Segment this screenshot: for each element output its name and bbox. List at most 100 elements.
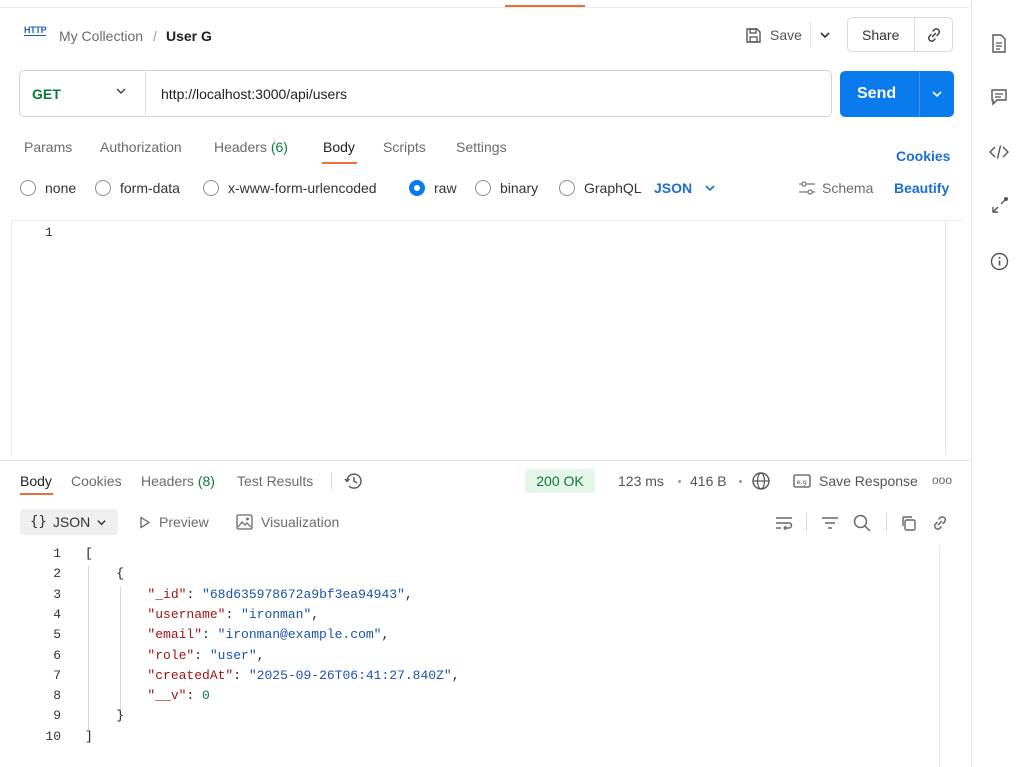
play-icon xyxy=(140,515,151,529)
search-icon xyxy=(853,514,871,532)
history-icon[interactable] xyxy=(344,472,364,490)
schema-button[interactable]: Schema xyxy=(798,180,873,196)
line-number: 8 xyxy=(53,688,61,704)
breadcrumb-collection[interactable]: My Collection xyxy=(59,28,143,44)
wrap-icon xyxy=(776,517,793,530)
url-bar: GET http://localhost:3000/api/users xyxy=(19,70,832,117)
preview-label: Preview xyxy=(159,514,209,530)
code-line: 8 "__v": 0 xyxy=(0,686,940,706)
save-response-button[interactable]: e.g Save Response xyxy=(793,473,918,489)
schema-label: Schema xyxy=(822,180,874,196)
link-button[interactable] xyxy=(929,512,951,534)
code-icon[interactable] xyxy=(989,142,1009,162)
separator-dot xyxy=(678,480,681,483)
body-format-select[interactable]: JSON xyxy=(654,180,716,196)
separator-dot xyxy=(739,480,742,483)
radio-label: none xyxy=(45,180,77,196)
save-button[interactable]: Save xyxy=(738,22,810,48)
toolbar-divider xyxy=(886,513,887,531)
chevron-down-icon[interactable] xyxy=(114,84,128,98)
compress-icon[interactable] xyxy=(989,196,1009,216)
http-icon: HTTP xyxy=(24,25,47,36)
json-key: "_id" xyxy=(147,586,187,602)
editor-scrollbar[interactable] xyxy=(945,221,946,455)
response-tab-cookies[interactable]: Cookies xyxy=(71,473,122,489)
wrap-lines-button[interactable] xyxy=(773,512,795,534)
tab-headers-label: Headers xyxy=(214,139,267,155)
visualization-button[interactable]: Visualization xyxy=(236,514,339,530)
chevron-down-icon xyxy=(705,185,715,192)
response-format-select[interactable]: {} JSON xyxy=(20,509,118,535)
json-punctuation: , xyxy=(404,586,413,602)
info-icon[interactable] xyxy=(989,251,1009,271)
radio-none[interactable]: none xyxy=(20,180,76,196)
json-punctuation: : xyxy=(233,667,249,683)
radio-circle xyxy=(20,180,36,196)
document-icon[interactable] xyxy=(989,33,1009,53)
radio-raw[interactable]: raw xyxy=(409,180,457,196)
radio-circle xyxy=(475,180,491,196)
response-tab-headers[interactable]: Headers (8) xyxy=(141,473,215,489)
radio-x-www-form-urlencoded[interactable]: x-www-form-urlencoded xyxy=(203,180,377,196)
request-name[interactable]: User G xyxy=(166,28,212,44)
more-options-icon[interactable]: ooo xyxy=(932,473,952,487)
link-icon xyxy=(927,27,941,42)
code-line: 9 } xyxy=(0,706,940,726)
response-tab-body[interactable]: Body xyxy=(20,473,52,489)
code-text: [ xyxy=(85,544,93,564)
cookies-link[interactable]: Cookies xyxy=(896,148,950,164)
pane-divider[interactable] xyxy=(0,460,970,461)
json-punctuation: } xyxy=(85,708,125,724)
json-key: "__v" xyxy=(147,688,187,704)
code-text: "username": "ironman", xyxy=(85,605,319,625)
json-string: "68d635978672a9bf3ea94943" xyxy=(202,586,405,602)
json-punctuation xyxy=(85,627,147,642)
send-options-button[interactable] xyxy=(919,71,954,117)
radio-circle xyxy=(95,180,111,196)
radio-circle xyxy=(203,180,219,196)
method-select[interactable]: GET xyxy=(32,86,61,102)
code-line: 5 "email": "ironman@example.com", xyxy=(0,625,940,645)
radio-graphql[interactable]: GraphQL xyxy=(559,180,642,196)
code-line: 4 "username": "ironman", xyxy=(0,605,940,625)
line-number: 9 xyxy=(53,708,61,724)
tab-headers[interactable]: Headers (6) xyxy=(214,139,288,155)
share-button[interactable]: Share xyxy=(862,27,899,43)
globe-icon[interactable] xyxy=(751,471,771,491)
copy-button[interactable] xyxy=(897,512,919,534)
radio-binary[interactable]: binary xyxy=(475,180,538,196)
headers-count: (6) xyxy=(270,139,288,155)
preview-button[interactable]: Preview xyxy=(139,514,209,530)
url-input[interactable]: http://localhost:3000/api/users xyxy=(161,86,347,102)
status-badge[interactable]: 200 OK xyxy=(525,469,595,493)
beautify-button[interactable]: Beautify xyxy=(894,180,949,196)
line-number: 7 xyxy=(53,667,61,683)
json-string: "user" xyxy=(209,647,257,663)
json-punctuation xyxy=(85,668,147,683)
filter-button[interactable] xyxy=(819,512,841,534)
tab-settings[interactable]: Settings xyxy=(456,139,507,155)
tab-body[interactable]: Body xyxy=(323,139,355,155)
radio-form-data[interactable]: form-data xyxy=(95,180,180,196)
send-button[interactable]: Send xyxy=(857,85,896,103)
json-punctuation: : xyxy=(225,606,242,622)
response-size[interactable]: 416 B xyxy=(690,473,727,489)
response-time[interactable]: 123 ms xyxy=(618,473,664,489)
tab-params[interactable]: Params xyxy=(24,139,72,155)
json-punctuation: , xyxy=(311,606,320,622)
comment-icon[interactable] xyxy=(989,87,1009,107)
response-scrollbar[interactable] xyxy=(939,546,940,767)
radio-circle xyxy=(559,180,575,196)
json-punctuation: : xyxy=(186,688,203,704)
copy-link-button[interactable] xyxy=(914,18,953,51)
search-button[interactable] xyxy=(851,512,873,534)
code-text: "email": "ironman@example.com", xyxy=(85,625,389,645)
tab-authorization[interactable]: Authorization xyxy=(100,139,182,155)
save-options-button[interactable] xyxy=(810,22,838,48)
response-tab-test-results[interactable]: Test Results xyxy=(237,473,313,489)
response-tab-underline xyxy=(20,493,53,495)
tab-scripts[interactable]: Scripts xyxy=(383,139,426,155)
request-body-editor[interactable]: 1 xyxy=(11,220,963,456)
code-line: 10] xyxy=(0,727,940,747)
share-group: Share xyxy=(847,17,953,52)
